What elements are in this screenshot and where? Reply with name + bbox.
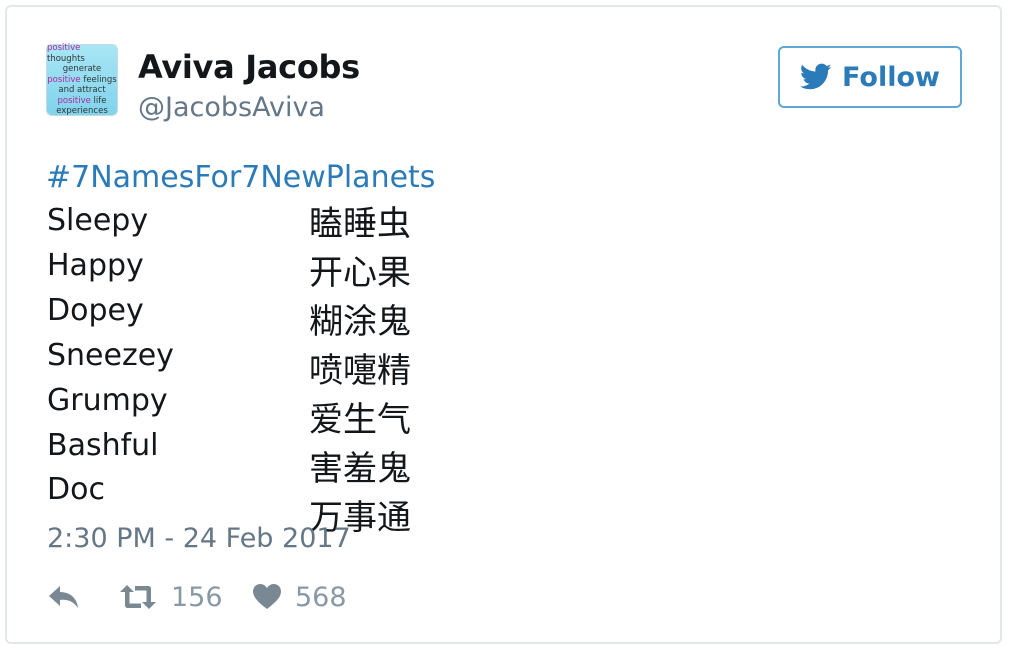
planet-name-chinese: 糊涂鬼 bbox=[309, 302, 411, 342]
like-button[interactable]: 568 bbox=[253, 578, 347, 616]
timestamp[interactable]: 2:30 PM - 24 Feb 2017 bbox=[47, 523, 351, 554]
author-handle[interactable]: @JacobsAviva bbox=[138, 92, 325, 123]
planet-name-chinese: 开心果 bbox=[309, 253, 411, 293]
avatar-text-line: experiences bbox=[56, 106, 108, 117]
avatar-text-line: and attract bbox=[58, 85, 105, 96]
retweet-button[interactable]: 156 bbox=[119, 578, 223, 616]
reply-icon bbox=[49, 586, 78, 608]
avatar-text: life bbox=[90, 95, 107, 106]
planet-name-english: Grumpy bbox=[47, 383, 168, 418]
planet-name-english: Sneezey bbox=[47, 338, 174, 373]
planet-name-english: Doc bbox=[47, 472, 105, 507]
twitter-bird-icon bbox=[800, 63, 832, 90]
avatar-text: thoughts bbox=[47, 53, 85, 64]
avatar-text-line: positive life bbox=[58, 96, 107, 107]
planet-name-chinese: 喷嚏精 bbox=[309, 351, 411, 391]
avatar[interactable]: positive thoughts generate positive feelin… bbox=[46, 43, 118, 117]
planet-name-english: Dopey bbox=[47, 293, 144, 328]
avatar-text-line: generate bbox=[63, 64, 102, 75]
avatar-text-line: positive feelings bbox=[47, 75, 116, 86]
avatar-text: positive bbox=[57, 95, 91, 106]
planet-name-chinese: 害羞鬼 bbox=[309, 449, 411, 489]
planet-name-english: Sleepy bbox=[47, 203, 149, 238]
planet-name-chinese: 爱生气 bbox=[309, 400, 411, 440]
like-count: 568 bbox=[295, 581, 347, 613]
retweet-count: 156 bbox=[171, 581, 223, 613]
author-name[interactable]: Aviva Jacobs bbox=[138, 48, 360, 86]
follow-button[interactable]: Follow bbox=[778, 46, 962, 108]
avatar-text: positive bbox=[47, 43, 81, 54]
avatar-text: feelings bbox=[80, 74, 117, 85]
hashtag-link[interactable]: #7NamesFor7NewPlanets bbox=[46, 160, 435, 195]
reply-button[interactable] bbox=[47, 578, 81, 616]
avatar-text: positive bbox=[47, 74, 81, 85]
follow-label: Follow bbox=[842, 61, 940, 93]
heart-icon bbox=[253, 584, 281, 609]
avatar-text: generate bbox=[62, 64, 102, 75]
avatar-text: and attract bbox=[58, 85, 106, 96]
avatar-text: experiences bbox=[56, 106, 108, 117]
avatar-text-line: positive thoughts bbox=[47, 43, 117, 64]
planet-name-english: Happy bbox=[47, 248, 144, 283]
planet-name-english: Bashful bbox=[47, 428, 159, 463]
planet-name-chinese: 瞌睡虫 bbox=[309, 204, 411, 244]
retweet-icon bbox=[120, 585, 156, 609]
